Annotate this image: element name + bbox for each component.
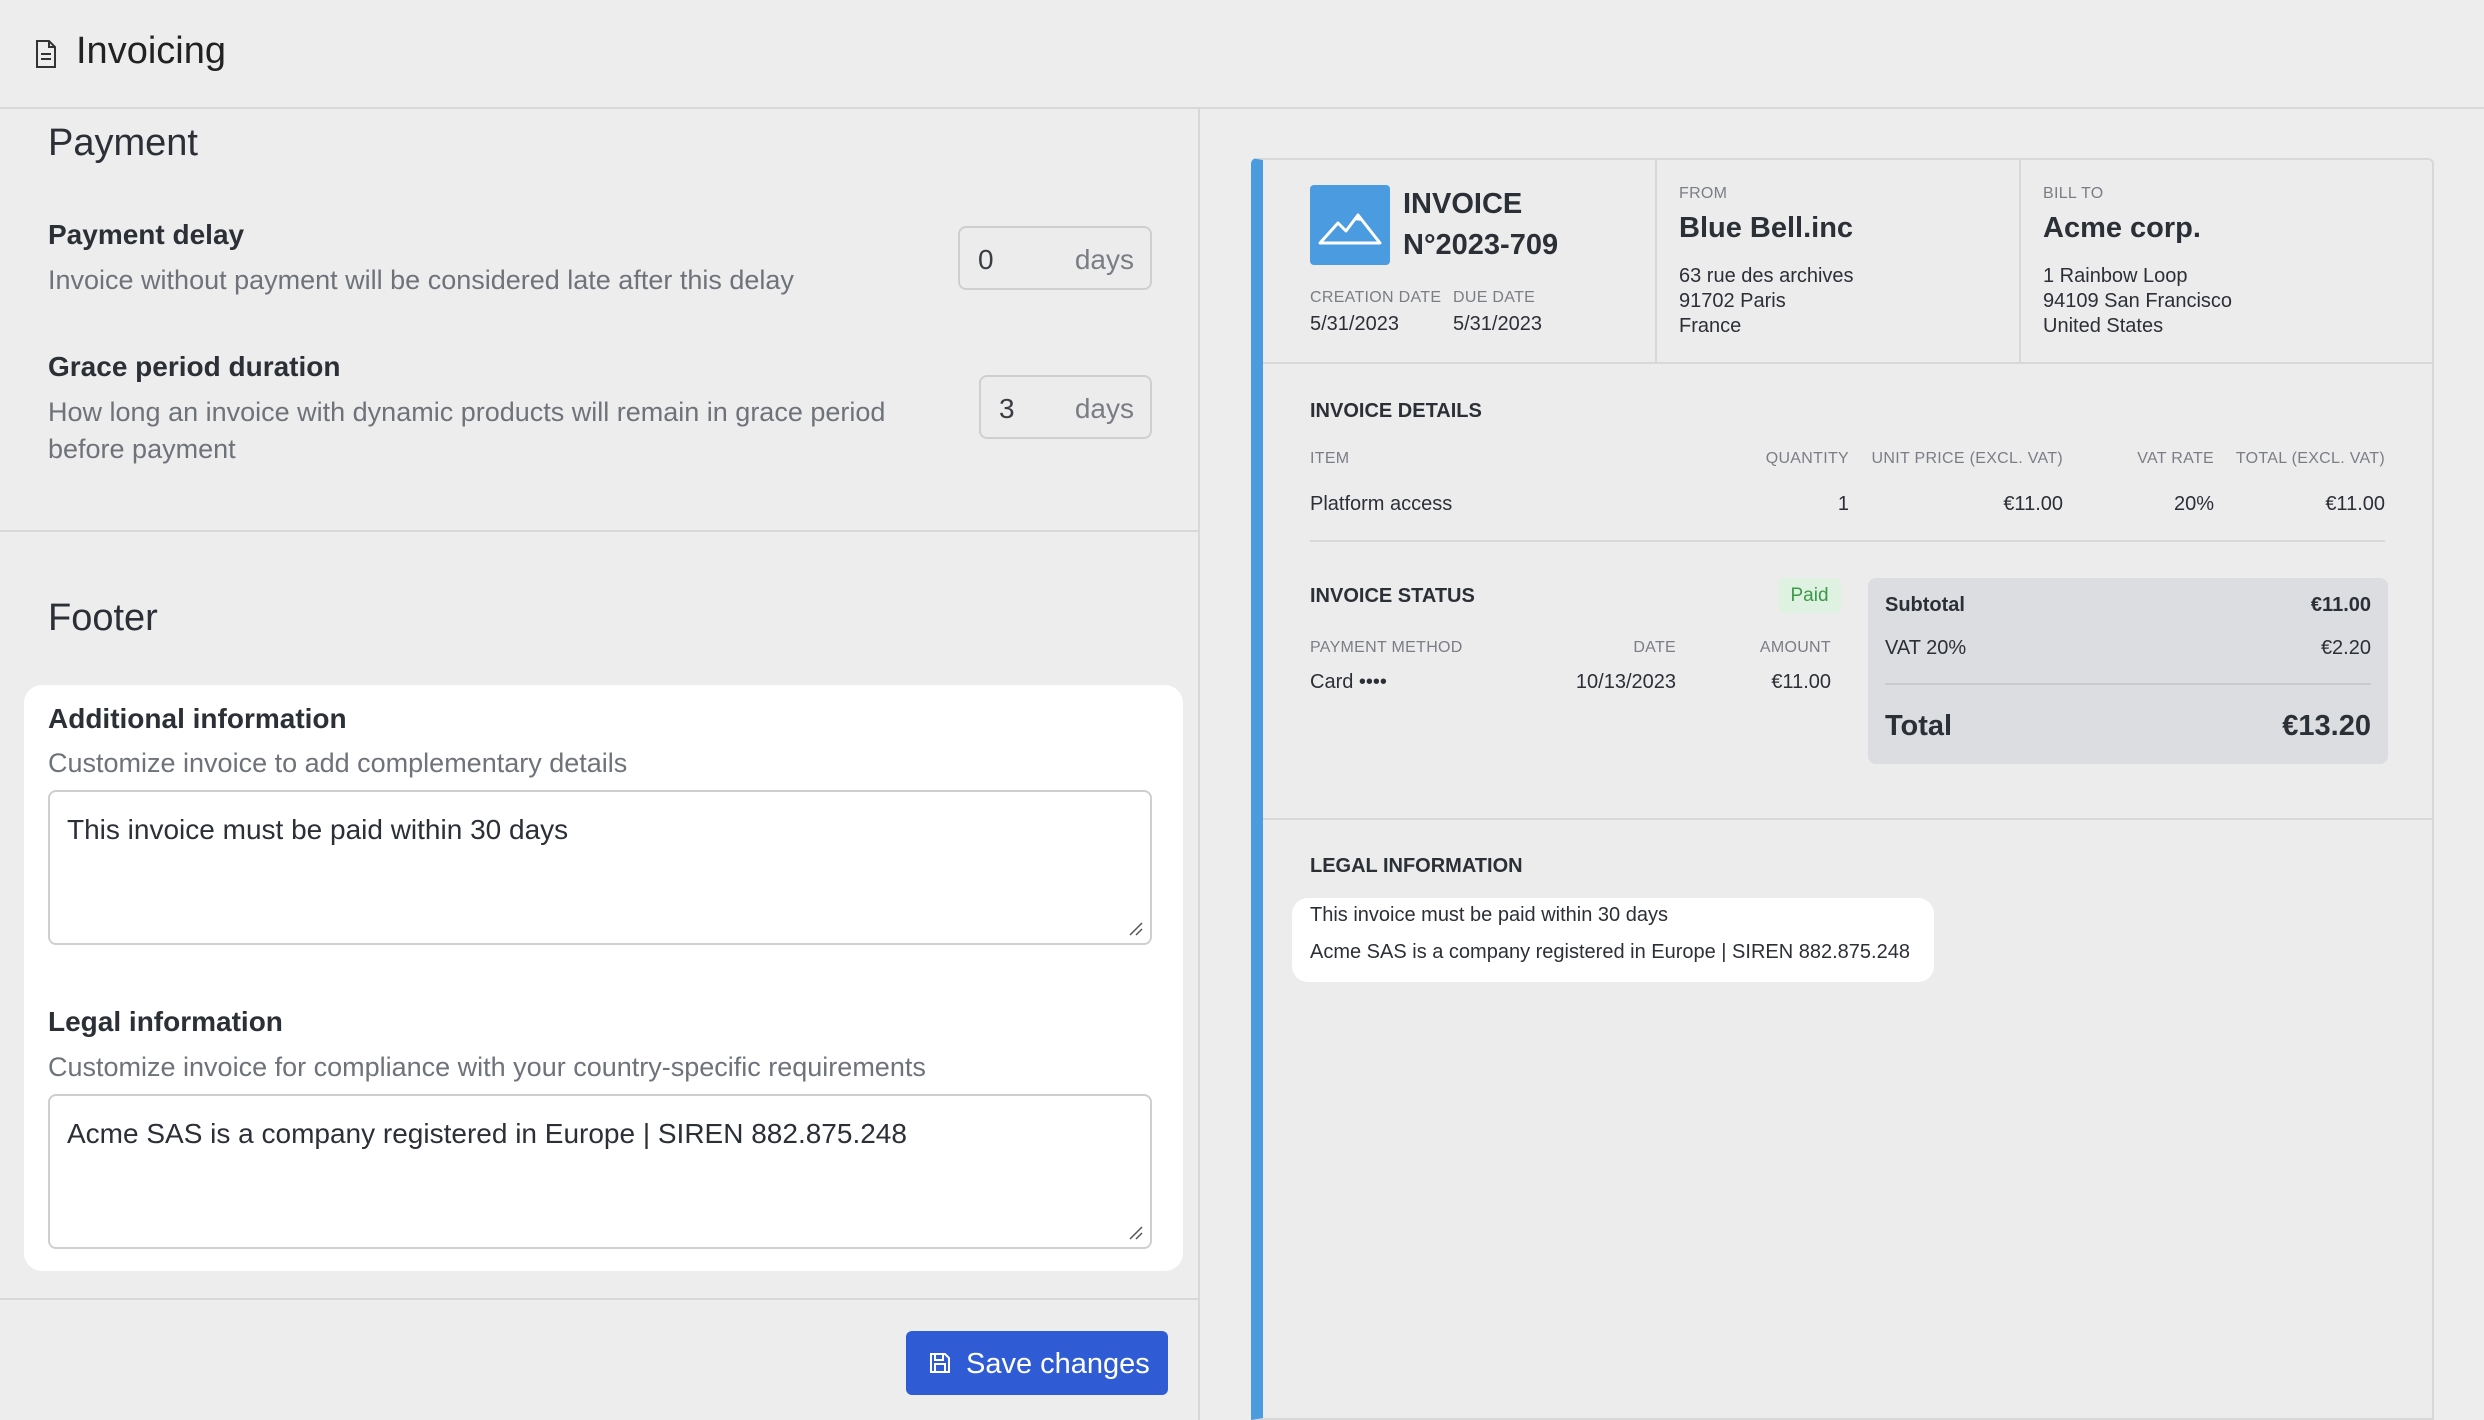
from-address-line: 91702 Paris [1679,290,1786,312]
line-item-unit-price: €11.00 [2003,493,2063,515]
footer-card: Additional information Customize invoice… [24,685,1183,1271]
payment-date-header: DATE [1633,639,1676,656]
header-divider [1655,160,1657,362]
totals-divider [1885,683,2371,685]
header-bottom-divider [1263,362,2432,364]
from-address: 63 rue des archives 91702 Paris France [1679,264,1854,339]
header-divider [2019,160,2021,362]
due-date-value: 5/31/2023 [1453,313,1542,335]
bill-to-name: Acme corp. [2043,212,2201,244]
creation-date-label: CREATION DATE [1310,289,1442,306]
vat-value: €2.20 [2320,637,2371,659]
status-badge: Paid [1778,578,1841,613]
document-icon [36,40,56,68]
payment-amount-header: AMOUNT [1759,639,1831,656]
subtotal-label: Subtotal [1885,594,1965,616]
legal-section-divider [1263,818,2432,820]
save-button-label: Save changes [966,1348,1150,1380]
legal-info-title: LEGAL INFORMATION [1310,855,1523,877]
invoice-preview: INVOICE N°2023-709 CREATION DATE 5/31/20… [1251,158,2434,1420]
save-icon [930,1353,950,1373]
section-divider [0,530,1198,532]
vat-label: VAT 20% [1885,637,1967,659]
invoice-title-line1: INVOICE [1403,188,1523,220]
legal-line-2: Acme SAS is a company registered in Euro… [1310,941,1910,963]
column-item: ITEM [1310,450,1350,467]
payment-delay-unit: days [1074,244,1134,275]
subtotal-value: €11.00 [2310,594,2371,616]
resize-handle-icon[interactable] [1128,921,1144,937]
payment-section-title: Payment [48,122,198,164]
payment-delay-value: 0 [978,244,994,275]
company-logo [1310,185,1390,265]
invoice-number: N°2023-709 [1403,229,1559,261]
from-address-line: France [1679,315,1742,337]
bill-to-address-line: 1 Rainbow Loop [2043,265,2188,287]
payment-method-header: PAYMENT METHOD [1310,639,1463,656]
footer-section-title: Footer [48,597,158,639]
footer-divider [0,1298,1198,1300]
mountain-icon [1318,213,1382,245]
payment-delay-input[interactable]: 0 days [958,226,1152,290]
line-item-vat-rate: 20% [2173,493,2214,515]
line-item-quantity: 1 [1837,493,1849,515]
page-title: Invoicing [76,30,226,72]
grace-period-unit: days [1074,393,1134,424]
legal-info-textarea[interactable]: Acme SAS is a company registered in Euro… [48,1094,1152,1249]
additional-info-help: Customize invoice to add complementary d… [48,748,628,778]
from-address-line: 63 rue des archives [1679,265,1854,287]
invoice-title: INVOICE N°2023-709 [1403,184,1558,266]
column-unit-price: UNIT PRICE (EXCL. VAT) [1871,450,2063,467]
grace-period-label: Grace period duration [48,351,341,382]
legal-info-box: This invoice must be paid within 30 days… [1292,898,1934,982]
totals-box: Subtotal €11.00 VAT 20% €2.20 Total €13.… [1868,578,2388,764]
payment-date-value: 10/13/2023 [1575,671,1676,693]
line-item-total: €11.00 [2325,493,2385,515]
grace-period-input[interactable]: 3 days [979,375,1152,439]
from-label: FROM [1679,185,1728,202]
total-value: €13.20 [2282,710,2371,742]
bill-to-address-line: 94109 San Francisco [2043,290,2233,312]
payment-amount-value: €11.00 [1771,671,1831,693]
legal-info-text: Acme SAS is a company registered in Euro… [67,1118,907,1149]
bill-to-label: BILL TO [2043,185,2104,202]
legal-info-help: Customize invoice for compliance with yo… [48,1052,926,1082]
top-bar: Invoicing [0,0,2484,109]
creation-date-value: 5/31/2023 [1310,313,1399,335]
due-date-label: DUE DATE [1453,289,1536,306]
line-item-divider [1310,540,2385,542]
invoice-status-title: INVOICE STATUS [1310,585,1475,607]
line-item-name: Platform access [1310,493,1453,515]
legal-line-1: This invoice must be paid within 30 days [1310,904,1668,926]
legal-info-label: Legal information [48,1006,283,1037]
column-vat-rate: VAT RATE [2137,450,2214,467]
total-label: Total [1885,710,1953,742]
invoice-details-title: INVOICE DETAILS [1310,400,1482,422]
settings-panel: Payment Payment delay Invoice without pa… [0,109,1200,1420]
payment-method-value: Card •••• [1310,671,1387,693]
save-button[interactable]: Save changes [906,1331,1168,1395]
from-name: Blue Bell.inc [1679,212,1854,244]
column-quantity: QUANTITY [1765,450,1849,467]
column-total: TOTAL (EXCL. VAT) [2235,450,2385,467]
bill-to-address: 1 Rainbow Loop 94109 San Francisco Unite… [2043,264,2232,339]
bill-to-address-line: United States [2043,315,2164,337]
grace-period-value: 3 [999,393,1015,424]
resize-handle-icon[interactable] [1128,1225,1144,1241]
grace-period-help: How long an invoice with dynamic product… [48,397,886,464]
additional-info-textarea[interactable]: This invoice must be paid within 30 days [48,790,1152,945]
payment-delay-label: Payment delay [48,219,245,250]
additional-info-label: Additional information [48,703,347,734]
payment-delay-help: Invoice without payment will be consider… [48,265,794,295]
additional-info-text: This invoice must be paid within 30 days [67,814,569,845]
